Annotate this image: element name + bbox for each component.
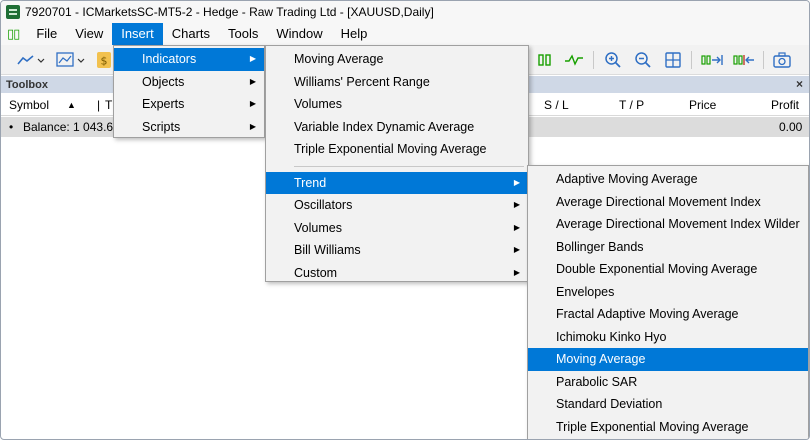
candles-icon[interactable]	[535, 49, 555, 71]
submenu-arrow-icon: ▶	[249, 54, 256, 63]
toolbar-separator	[593, 51, 594, 69]
menu-item-label: Experts	[142, 97, 185, 111]
group-label: Bill Williams	[294, 243, 361, 257]
chart-template-icon[interactable]	[53, 49, 89, 71]
menu-separator	[294, 165, 524, 167]
group-label: Custom	[294, 265, 338, 280]
balance-bullet: •	[9, 120, 14, 134]
tile-windows-icon[interactable]	[663, 49, 683, 71]
trend-item[interactable]: Triple Exponential Moving Average	[528, 416, 808, 439]
zoom-out-icon[interactable]	[633, 49, 653, 71]
camera-icon[interactable]	[771, 49, 793, 71]
line-wave-icon[interactable]	[563, 49, 585, 71]
menu-item-label: Scripts	[142, 119, 181, 134]
toolbar-separator	[691, 51, 692, 69]
group-label: Oscillators	[294, 198, 353, 212]
insert-menu: Indicators ▶ Objects ▶ Experts ▶ Scripts ▶	[113, 45, 265, 138]
trend-item[interactable]: Double Exponential Moving Average	[528, 258, 808, 281]
trend-item[interactable]: Envelopes	[528, 281, 808, 304]
submenu-arrow-icon: ▶	[513, 267, 520, 277]
toolbar-separator	[763, 51, 764, 69]
submenu-arrow-icon: ▶	[249, 99, 256, 108]
trend-item[interactable]: Standard Deviation	[528, 393, 808, 416]
autoscroll-icon[interactable]	[731, 49, 757, 71]
menu-window[interactable]: Window	[267, 23, 331, 45]
col-take-profit[interactable]: T / P	[619, 98, 644, 112]
close-icon[interactable]: ×	[796, 76, 803, 93]
trend-item[interactable]: Parabolic SAR	[528, 371, 808, 394]
group-oscillators[interactable]: Oscillators ▶	[266, 194, 528, 217]
submenu-arrow-icon: ▶	[513, 200, 520, 209]
menu-item-objects[interactable]: Objects ▶	[114, 71, 264, 94]
col-type[interactable]: T	[105, 98, 112, 112]
sort-ascending-icon: ▲	[67, 100, 76, 110]
indicator-item[interactable]: Moving Average	[266, 48, 528, 71]
zoom-in-icon[interactable]	[603, 49, 623, 71]
submenu-arrow-icon: ▶	[249, 121, 256, 131]
svg-text:$: $	[101, 55, 108, 68]
title-bar: 7920701 - ICMarketsSC-MT5-2 - Hedge - Ra…	[1, 1, 809, 23]
submenu-arrow-icon: ▶	[249, 76, 256, 86]
indicator-item[interactable]: Triple Exponential Moving Average	[266, 138, 528, 161]
indicator-item[interactable]: Volumes	[266, 93, 528, 116]
menu-bar: ▯▯ File View Insert Charts Tools Window …	[1, 23, 809, 45]
menu-item-experts[interactable]: Experts ▶	[114, 93, 264, 116]
app-logo-icon	[6, 5, 20, 19]
menu-view[interactable]: View	[66, 23, 112, 45]
trend-item[interactable]: Average Directional Movement Index Wilde…	[528, 213, 808, 236]
menu-help[interactable]: Help	[332, 23, 377, 45]
col-symbol[interactable]: Symbol	[9, 98, 49, 112]
toolbox-title: Toolbox	[6, 78, 48, 91]
terminal-window: 7920701 - ICMarketsSC-MT5-2 - Hedge - Ra…	[0, 0, 810, 440]
group-volumes[interactable]: Volumes ▶	[266, 217, 528, 240]
menu-file[interactable]: File	[27, 23, 66, 45]
menu-insert[interactable]: Insert	[112, 23, 163, 45]
window-title: 7920701 - ICMarketsSC-MT5-2 - Hedge - Ra…	[25, 5, 434, 19]
col-type-separator: |	[97, 98, 101, 112]
group-label: Volumes	[294, 220, 342, 235]
trend-item[interactable]: Bollinger Bands	[528, 236, 808, 259]
trend-item[interactable]: Adaptive Moving Average	[528, 168, 808, 191]
group-custom[interactable]: Custom ▶	[266, 262, 528, 285]
col-price[interactable]: Price	[689, 98, 716, 112]
trend-item[interactable]: Ichimoku Kinko Hyo	[528, 326, 808, 349]
trend-item[interactable]: Fractal Adaptive Moving Average	[528, 303, 808, 326]
submenu-arrow-icon: ▶	[513, 222, 520, 232]
submenu-arrow-icon: ▶	[513, 177, 520, 187]
trend-submenu: Adaptive Moving Average Average Directio…	[527, 165, 809, 439]
menu-item-label: Objects	[142, 74, 185, 89]
menu-item-scripts[interactable]: Scripts ▶	[114, 116, 264, 139]
chart-shift-icon[interactable]	[699, 49, 725, 71]
group-bill-williams[interactable]: Bill Williams ▶	[266, 239, 528, 262]
menu-item-label: Indicators	[142, 52, 197, 66]
group-trend[interactable]: Trend ▶	[266, 171, 528, 194]
dollar-icon[interactable]: $	[95, 49, 113, 71]
menu-item-indicators[interactable]: Indicators ▶	[114, 48, 264, 71]
line-chart-icon[interactable]	[13, 49, 49, 71]
menu-tools[interactable]: Tools	[219, 23, 267, 45]
col-stop-loss[interactable]: S / L	[544, 98, 569, 112]
indicator-item[interactable]: Williams' Percent Range	[266, 71, 528, 94]
group-label: Trend	[294, 175, 327, 190]
submenu-arrow-icon: ▶	[513, 245, 520, 254]
bars-icon: ▯▯	[7, 26, 20, 41]
indicator-item[interactable]: Variable Index Dynamic Average	[266, 116, 528, 139]
balance-profit: 0.00	[779, 120, 803, 134]
balance-label: Balance: 1 043.6	[23, 120, 114, 134]
indicators-submenu: Moving Average Williams' Percent Range V…	[265, 45, 529, 282]
col-profit[interactable]: Profit	[771, 98, 799, 112]
trend-item[interactable]: Average Directional Movement Index	[528, 191, 808, 214]
menu-charts[interactable]: Charts	[163, 23, 219, 45]
trend-item-selected[interactable]: Moving Average	[528, 348, 808, 371]
